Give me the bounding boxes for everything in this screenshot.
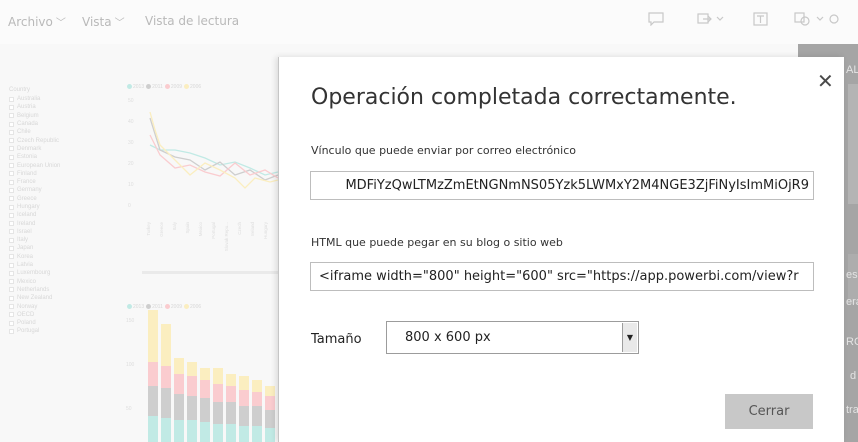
size-dropdown-value: 800 x 600 px bbox=[405, 330, 491, 345]
embed-html-field[interactable]: <iframe width="800" height="600" src="ht… bbox=[310, 262, 814, 291]
email-link-field[interactable]: MDFiYzQwLTMzZmEtNGNmNS05Yzk5LWMxY2M4NGE3… bbox=[310, 171, 814, 200]
dialog-title: Operación completada correctamente. bbox=[311, 85, 737, 110]
size-dropdown[interactable]: 800 x 600 px ▼ bbox=[386, 321, 639, 354]
publish-success-dialog: ✕ Operación completada correctamente. Ví… bbox=[278, 57, 844, 442]
email-link-label: Vínculo que puede enviar por correo elec… bbox=[311, 144, 576, 157]
close-button[interactable]: Cerrar bbox=[725, 394, 813, 429]
email-link-value: MDFiYzQwLTMzZmEtNGNmNS05Yzk5LWMxY2M4NGE3… bbox=[345, 178, 809, 193]
embed-html-value: <iframe width="800" height="600" src="ht… bbox=[319, 269, 799, 284]
close-icon[interactable]: ✕ bbox=[817, 69, 834, 93]
size-label: Tamaño bbox=[311, 332, 362, 347]
embed-html-label: HTML que puede pegar en su blog o sitio … bbox=[311, 236, 563, 249]
dropdown-arrow-icon[interactable]: ▼ bbox=[622, 323, 637, 352]
